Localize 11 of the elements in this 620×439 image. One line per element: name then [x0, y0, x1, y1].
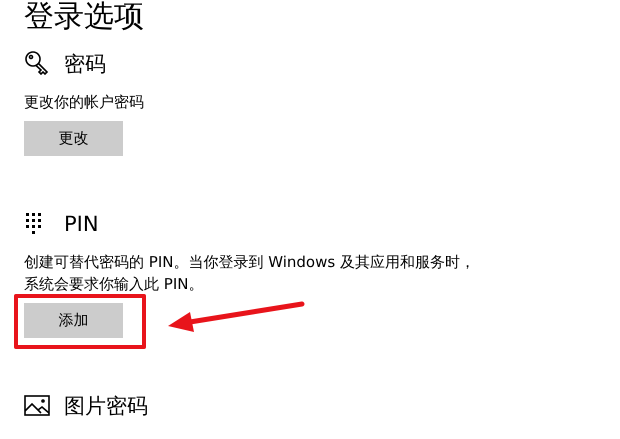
section-button[interactable]: 添加 — [24, 303, 123, 338]
section-button[interactable]: 更改 — [24, 121, 123, 156]
section-description: 创建可替代密码的 PIN。当你登录到 Windows 及其应用和服务时，系统会要求你输入此 PIN。 — [24, 252, 476, 295]
section-heading: PIN — [64, 211, 99, 238]
section-heading: 图片密码 — [64, 393, 148, 420]
page-title: 登录选项 — [24, 0, 145, 34]
keypad-icon — [24, 211, 44, 237]
image-icon — [24, 395, 50, 417]
section-description: 更改你的帐户密码 — [24, 92, 145, 113]
key-icon — [24, 50, 50, 78]
section-heading: 密码 — [64, 51, 106, 78]
